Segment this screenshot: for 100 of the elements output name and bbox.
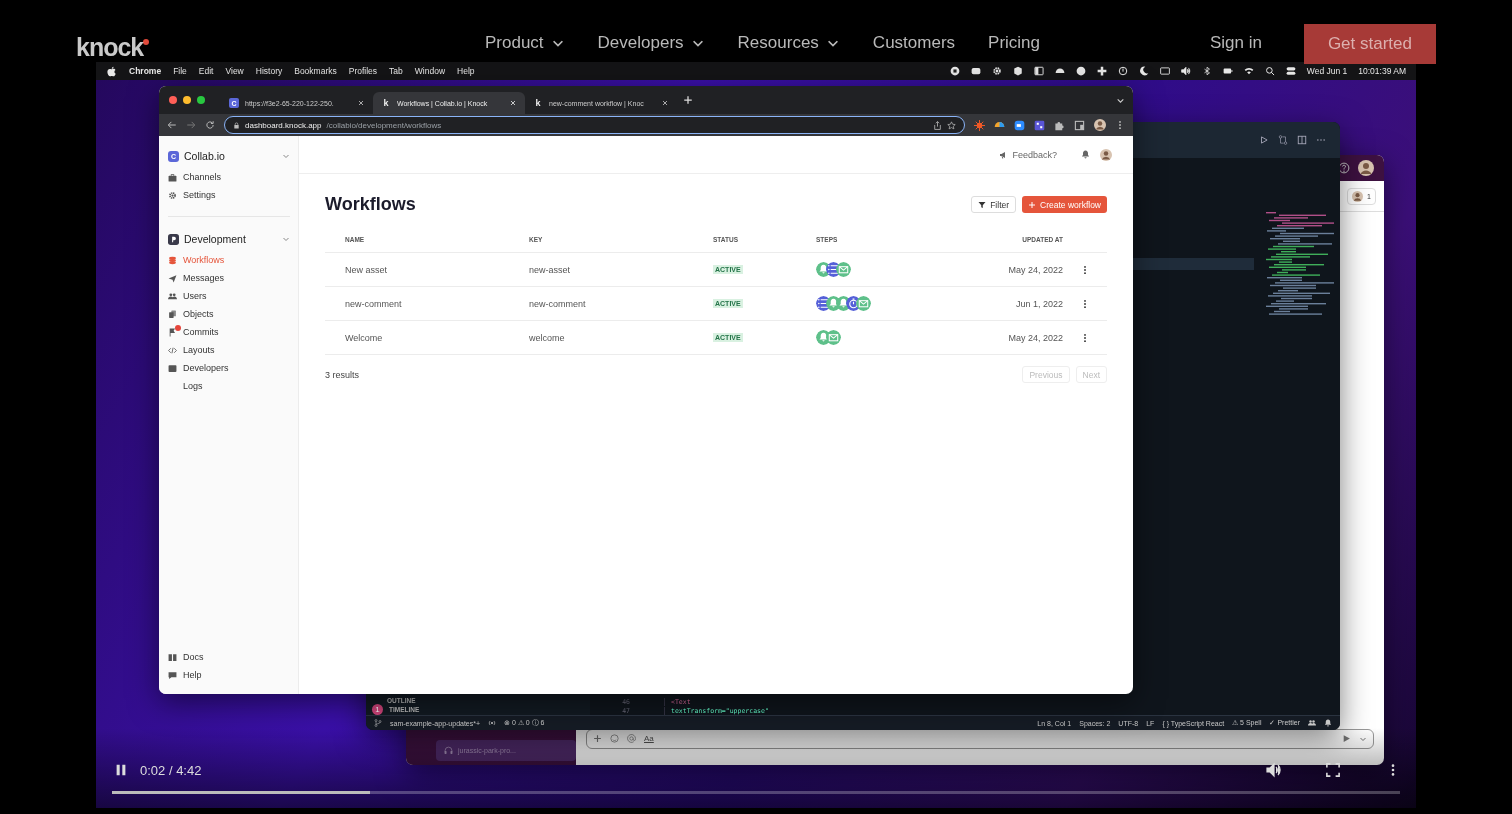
sidebar-item[interactable]: Users xyxy=(168,287,290,305)
account-icon[interactable] xyxy=(1308,719,1316,727)
back-icon[interactable] xyxy=(167,120,177,130)
filter-icon xyxy=(978,200,987,209)
sidebar-item[interactable]: Help xyxy=(168,666,290,684)
menu-item[interactable]: Window xyxy=(414,66,446,76)
volume-icon[interactable] xyxy=(1180,66,1191,76)
nav-link[interactable]: Customers xyxy=(872,33,956,53)
record-icon[interactable] xyxy=(949,66,960,76)
menu-item[interactable]: File xyxy=(173,66,187,76)
plus-icon[interactable] xyxy=(593,734,602,743)
knock-logo[interactable]: knock xyxy=(76,33,144,62)
volume-icon[interactable] xyxy=(1266,762,1282,778)
nav-link[interactable]: Product xyxy=(485,33,565,53)
nav-link[interactable]: Developers xyxy=(597,33,705,53)
window-zoom-button[interactable] xyxy=(197,96,205,104)
sidebar-icon[interactable] xyxy=(1033,66,1044,76)
bell-icon[interactable] xyxy=(1081,150,1090,159)
sidebar-item[interactable]: Layouts xyxy=(168,341,290,359)
share-icon[interactable] xyxy=(933,120,942,130)
compare-icon[interactable] xyxy=(1278,135,1288,145)
table-cell-text: new-comment xyxy=(344,298,403,309)
environment-switcher[interactable]: Development xyxy=(168,230,290,248)
menu-item[interactable]: Profiles xyxy=(348,66,378,76)
nav-link[interactable]: Pricing xyxy=(988,33,1040,53)
pause-button[interactable] xyxy=(114,763,128,777)
emoji-icon[interactable] xyxy=(610,734,619,743)
book-icon xyxy=(168,652,177,662)
avatar-icon[interactable] xyxy=(1358,160,1374,176)
help-icon[interactable] xyxy=(1338,162,1350,174)
moon-icon[interactable] xyxy=(1138,66,1149,76)
create-workflow-button[interactable]: Create workflow xyxy=(1022,196,1107,213)
video-camera-icon[interactable] xyxy=(1014,119,1025,131)
send-icon xyxy=(168,273,177,283)
user-avatar-icon[interactable] xyxy=(1100,148,1112,161)
menu-clock[interactable]: 10:01:39 AM xyxy=(1358,66,1406,76)
menu-item[interactable]: History xyxy=(255,66,283,76)
window-minimize-button[interactable] xyxy=(183,96,191,104)
gear-icon xyxy=(168,190,177,200)
environment-name: Development xyxy=(184,233,246,245)
filter-button[interactable]: Filter xyxy=(971,196,1017,213)
apple-icon[interactable] xyxy=(106,65,117,77)
close-icon[interactable] xyxy=(661,99,669,107)
sidebar-item[interactable]: Messages xyxy=(168,269,290,287)
profile-avatar-icon[interactable] xyxy=(1094,119,1106,131)
reload-icon[interactable] xyxy=(205,120,215,130)
sidebar-item[interactable]: Channels xyxy=(168,168,290,186)
sidebar-item[interactable]: Commits xyxy=(168,323,290,341)
bluetooth-icon[interactable] xyxy=(1201,66,1212,76)
menu-item[interactable]: Help xyxy=(457,66,475,76)
window-icon[interactable] xyxy=(1074,119,1085,131)
address-bar[interactable]: dashboard.knock.app /collabio/development/workflows xyxy=(224,116,965,134)
video-progress-bar[interactable] xyxy=(112,791,1400,794)
battery-icon[interactable] xyxy=(1222,66,1233,76)
new-tab-icon[interactable] xyxy=(683,95,693,105)
puzzle-icon[interactable] xyxy=(1054,119,1065,131)
lock-icon xyxy=(233,121,240,129)
menu-item[interactable]: Bookmarks xyxy=(294,66,337,76)
sun-icon[interactable] xyxy=(974,119,985,131)
stack-icon xyxy=(168,255,177,265)
sidebar-item[interactable]: Settings xyxy=(168,186,290,204)
accounts-badge[interactable]: 1 xyxy=(372,704,383,715)
box-icon[interactable] xyxy=(1012,66,1023,76)
pause-icon xyxy=(114,763,128,777)
menu-item[interactable]: Tab xyxy=(389,66,403,76)
wifi-icon[interactable] xyxy=(1243,66,1254,76)
sidebar-item[interactable]: Docs xyxy=(168,648,290,666)
window-close-button[interactable] xyxy=(169,96,177,104)
grid-icon[interactable] xyxy=(1034,119,1045,131)
sign-in-link[interactable]: Sign in xyxy=(1209,33,1262,53)
close-icon[interactable] xyxy=(357,99,365,107)
fullscreen-icon[interactable] xyxy=(1326,763,1340,777)
run-icon[interactable] xyxy=(1259,135,1269,145)
menu-item[interactable]: Edit xyxy=(198,66,214,76)
gear-icon[interactable] xyxy=(991,66,1002,76)
power-icon[interactable] xyxy=(1117,66,1128,76)
branch-icon[interactable] xyxy=(374,719,382,727)
sidebar-item[interactable]: Objects xyxy=(168,305,290,323)
send-icon[interactable] xyxy=(1342,734,1351,743)
sidebar-item[interactable]: Workflows xyxy=(168,251,290,269)
sidebar-item[interactable]: Developers xyxy=(168,359,290,377)
menu-item[interactable]: View xyxy=(225,66,244,76)
bell-icon[interactable] xyxy=(1324,719,1332,727)
star-icon[interactable] xyxy=(947,120,956,130)
split-editor-icon[interactable] xyxy=(1297,135,1307,145)
toggle-icon[interactable] xyxy=(1285,66,1296,76)
tab-favicon: k xyxy=(534,98,542,108)
notification-dot-icon xyxy=(175,324,181,331)
table-cell-text: welcome xyxy=(529,332,566,343)
flag-icon xyxy=(168,327,177,337)
menu-date[interactable]: Wed Jun 1 xyxy=(1306,66,1348,76)
feedback-link[interactable]: Feedback? xyxy=(999,149,1057,160)
format-button[interactable]: Aa xyxy=(644,734,654,743)
menu-app-name[interactable]: Chrome xyxy=(129,66,162,76)
nav-link[interactable]: Resources xyxy=(737,33,840,53)
search-icon[interactable] xyxy=(1264,66,1275,76)
megaphone-icon xyxy=(999,150,1008,159)
cross-icon[interactable] xyxy=(1096,66,1107,76)
plus-icon xyxy=(1028,200,1037,209)
sidebar-item[interactable]: Logs xyxy=(168,377,290,395)
